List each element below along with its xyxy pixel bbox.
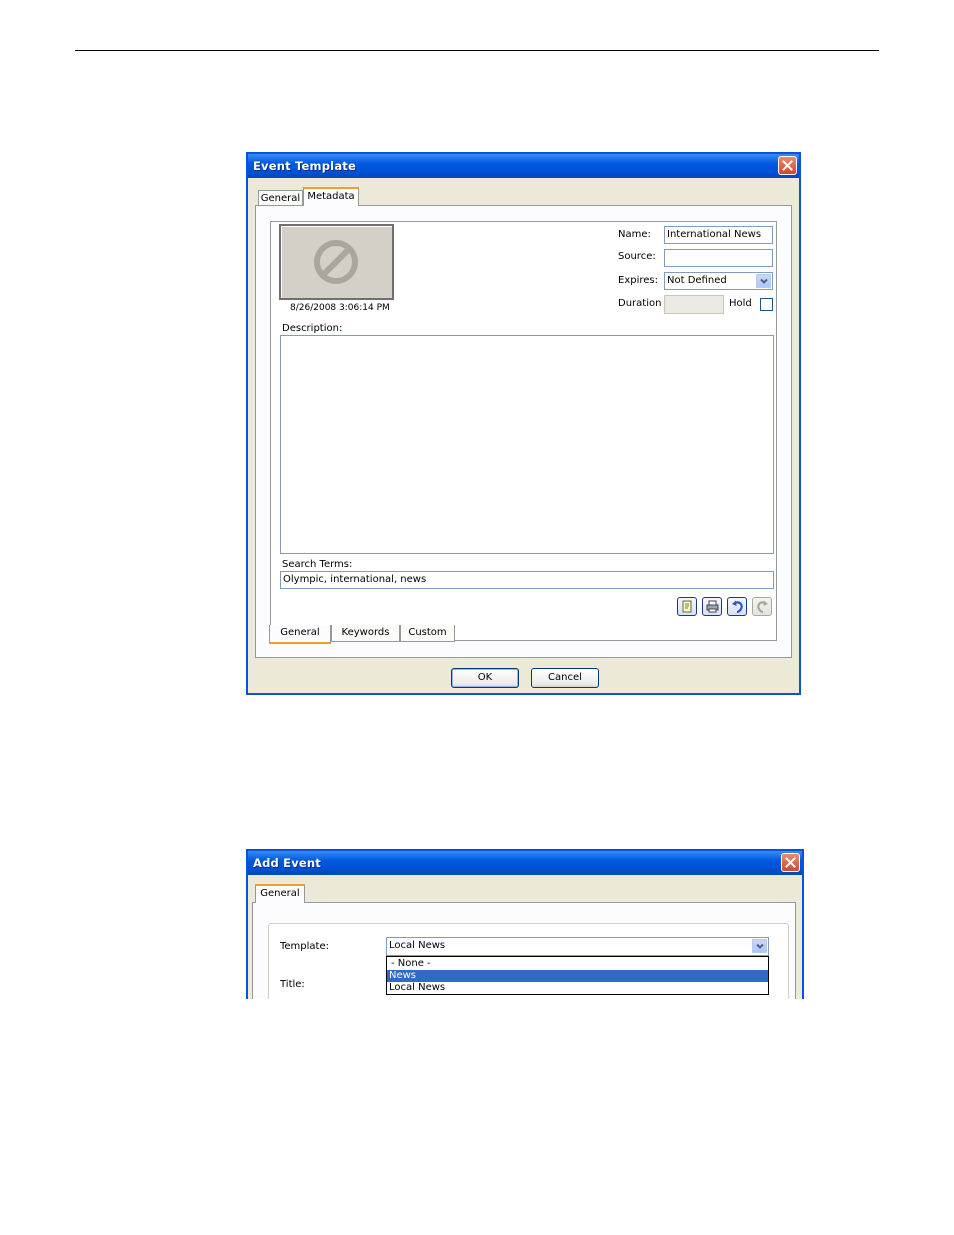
ok-button-label: OK (477, 672, 493, 683)
bottom-tab-keywords[interactable]: Keywords (331, 625, 400, 642)
add-event-tab-general-label: General (260, 888, 300, 899)
search-terms-label: Search Terms: (282, 559, 353, 570)
duration-label: Duration (618, 298, 662, 309)
close-icon (785, 857, 796, 868)
hold-checkbox[interactable] (760, 298, 773, 311)
edit-icon (682, 600, 692, 613)
expires-label: Expires: (618, 275, 658, 286)
add-event-dialog: Add Event General Template: Local News -… (246, 849, 804, 999)
redo-icon (757, 600, 768, 613)
event-template-dialog: Event Template General Metadata 8/26/200… (246, 152, 801, 695)
event-template-title: Event Template (253, 159, 356, 173)
name-label: Name: (618, 229, 651, 240)
title-label: Title: (280, 979, 305, 990)
cancel-button-label: Cancel (548, 672, 582, 683)
tab-metadata-label: Metadata (307, 191, 355, 202)
thumbnail-timestamp: 8/26/2008 3:06:14 PM (290, 303, 390, 313)
clip-thumbnail[interactable] (279, 224, 394, 300)
chevron-down-icon (756, 943, 764, 949)
source-field[interactable] (664, 249, 773, 267)
add-event-tab-panel: Template: Local News - None - News Local… (252, 902, 796, 999)
add-event-close-button[interactable] (781, 853, 800, 872)
bottom-tab-general-label: General (280, 627, 320, 638)
hold-label: Hold (729, 298, 752, 309)
template-dropdown-value: Local News (389, 940, 446, 951)
add-event-inner-area: Template: Local News - None - News Local… (268, 923, 789, 999)
search-terms-field[interactable]: Olympic, international, news (280, 571, 774, 589)
add-event-tab-general[interactable]: General (255, 884, 305, 903)
template-options-list: - None - News Local News (386, 956, 769, 995)
name-field[interactable]: International News (664, 226, 773, 244)
bottom-tab-custom[interactable]: Custom (400, 625, 455, 642)
expires-value: Not Defined (667, 275, 727, 286)
tab-general[interactable]: General (258, 190, 303, 206)
event-template-close-button[interactable] (778, 156, 797, 175)
source-label: Source: (618, 251, 656, 262)
template-option-none[interactable]: - None - (387, 958, 768, 970)
bottom-tab-general[interactable]: General (269, 625, 331, 644)
no-media-icon (314, 240, 358, 284)
add-event-title: Add Event (253, 856, 322, 870)
template-label: Template: (280, 941, 329, 952)
tab-general-label: General (260, 193, 301, 204)
undo-icon (732, 600, 743, 613)
add-event-titlebar[interactable]: Add Event (248, 851, 802, 875)
close-icon (782, 160, 793, 171)
print-icon (706, 600, 719, 613)
chevron-down-icon (760, 278, 768, 284)
description-label: Description: (282, 323, 343, 334)
template-option-local-news[interactable]: Local News (387, 982, 768, 994)
redo-button (752, 597, 772, 616)
duration-field (664, 295, 724, 314)
template-dropdown-button[interactable] (752, 939, 767, 953)
metadata-tab-panel: 8/26/2008 3:06:14 PM Name: International… (255, 205, 792, 658)
template-dropdown[interactable]: Local News (386, 937, 769, 956)
description-textarea[interactable] (280, 335, 774, 554)
page-header-rule (75, 50, 879, 51)
print-button[interactable] (702, 597, 722, 616)
metadata-inner-area: 8/26/2008 3:06:14 PM Name: International… (270, 221, 777, 641)
expires-dropdown[interactable]: Not Defined (664, 272, 773, 290)
cancel-button[interactable]: Cancel (531, 668, 599, 688)
ok-button[interactable]: OK (451, 668, 519, 688)
expires-dropdown-button[interactable] (756, 274, 771, 288)
undo-button[interactable] (727, 597, 747, 616)
bottom-tab-custom-label: Custom (408, 627, 447, 638)
tab-metadata[interactable]: Metadata (303, 187, 359, 206)
template-option-news[interactable]: News (387, 970, 768, 982)
event-template-titlebar[interactable]: Event Template (248, 154, 799, 178)
bottom-tab-keywords-label: Keywords (341, 627, 390, 638)
edit-button[interactable] (677, 597, 697, 616)
